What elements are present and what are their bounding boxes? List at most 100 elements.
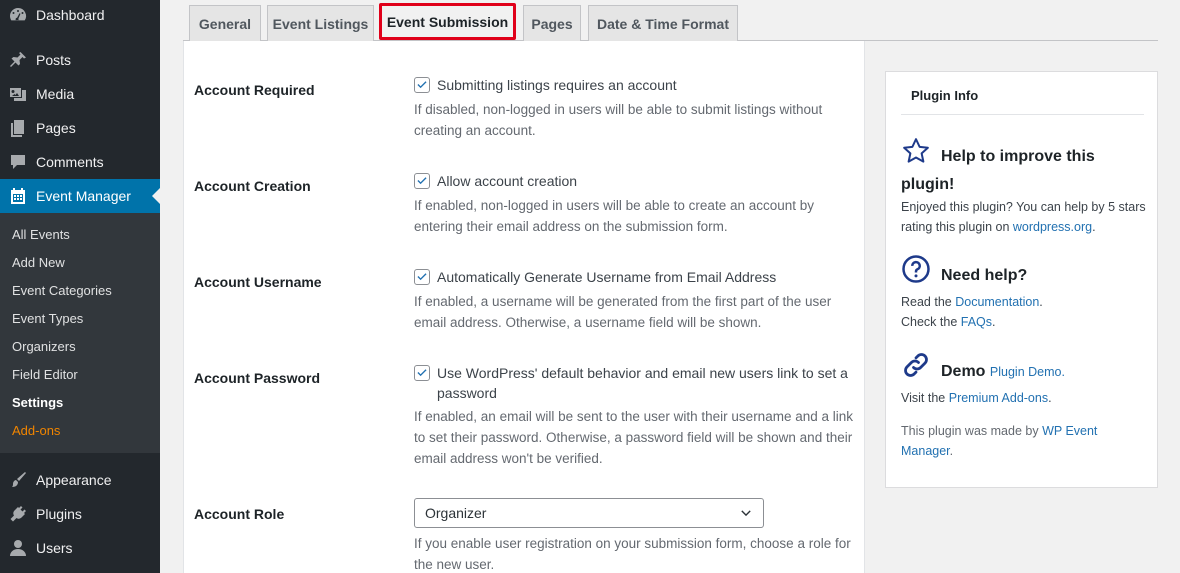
settings-form: Account Required Submitting listings req…	[183, 41, 865, 573]
sidebar-label-plugins: Plugins	[36, 506, 82, 522]
checkmark-icon	[417, 177, 427, 185]
pin-icon	[0, 50, 36, 70]
checkmark-icon	[417, 369, 427, 377]
visit-addons-text: Visit the Premium Add-ons.	[901, 388, 1146, 408]
comment-icon	[0, 152, 36, 172]
pages-icon	[0, 118, 36, 138]
account-role-select[interactable]: Organizer	[414, 498, 764, 528]
user-icon	[0, 538, 36, 558]
settings-tabs: General Event Listings Event Submission …	[183, 0, 1158, 41]
link-icon	[901, 350, 931, 383]
account-creation-row: Allow account creation	[414, 171, 854, 191]
sidebar-label-media: Media	[36, 86, 75, 102]
sidebar-item-plugins[interactable]: Plugins	[0, 497, 160, 531]
sidebar-item-dashboard[interactable]: Dashboard	[0, 0, 160, 32]
plugin-demo-link[interactable]: Plugin Demo.	[990, 365, 1065, 379]
sidebar-label-event-manager: Event Manager	[36, 188, 131, 204]
sidebar-label-pages: Pages	[36, 120, 76, 136]
account-role-description: If you enable user registration on your …	[414, 536, 851, 572]
addons-period: .	[1048, 391, 1052, 405]
sidebar-label-posts: Posts	[36, 52, 72, 68]
account-role-label: Account Role	[194, 506, 285, 522]
help-improve-title-line2: plugin!	[901, 176, 955, 193]
made-by-text: This plugin was made by WP Event Manager…	[901, 421, 1146, 461]
account-required-row: Submitting listings requires an account	[414, 75, 854, 95]
plug-icon	[0, 504, 36, 524]
account-creation-checkbox-label: Allow account creation	[437, 173, 578, 189]
account-creation-label: Account Creation	[194, 178, 311, 194]
doc-period: .	[1039, 295, 1043, 309]
sidebar-item-appearance[interactable]: Appearance	[0, 463, 160, 497]
account-password-row: Use WordPress' default behavior and emai…	[414, 363, 854, 403]
premium-addons-link[interactable]: Premium Add-ons	[949, 391, 1048, 405]
checkmark-icon	[417, 81, 427, 89]
submenu-add-ons[interactable]: Add-ons	[12, 423, 60, 438]
submenu-settings[interactable]: Settings	[12, 395, 63, 410]
help-improve-text: Enjoyed this plugin? You can help by 5 s…	[901, 197, 1146, 237]
sidebar-label-comments: Comments	[36, 154, 104, 170]
read-the-text: Read the	[901, 295, 952, 309]
need-help-title: Need help?	[941, 267, 1028, 284]
account-username-checkbox-label: Automatically Generate Username from Ema…	[437, 269, 777, 285]
account-username-description: If enabled, a username will be generated…	[414, 294, 832, 330]
account-password-description: If enabled, an email will be sent to the…	[414, 409, 853, 466]
sidebar-item-users[interactable]: Users	[0, 531, 160, 565]
admin-sidebar: Dashboard Posts Media Pages Comments Eve…	[0, 0, 160, 573]
calendar-icon	[0, 186, 36, 206]
made-by-label: This plugin was made by	[901, 424, 1039, 438]
tab-pages[interactable]: Pages	[523, 5, 581, 41]
sidebar-item-posts[interactable]: Posts	[0, 43, 160, 77]
account-username-row: Automatically Generate Username from Ema…	[414, 267, 854, 287]
brush-icon	[0, 470, 36, 490]
need-help-text: Read the Documentation. Check the FAQs.	[901, 292, 1146, 332]
media-icon	[0, 84, 36, 104]
question-icon	[901, 254, 931, 287]
submenu-add-new[interactable]: Add New	[12, 255, 65, 270]
account-creation-description: If enabled, non-logged in users will be …	[414, 198, 815, 234]
account-password-checkbox-label: Use WordPress' default behavior and emai…	[437, 365, 848, 401]
author-period: .	[949, 444, 954, 458]
sidebar-label-dashboard: Dashboard	[36, 7, 105, 23]
submenu-event-categories[interactable]: Event Categories	[12, 283, 112, 298]
sidebar-item-event-manager[interactable]: Event Manager	[0, 179, 160, 213]
sidebar-item-pages[interactable]: Pages	[0, 111, 160, 145]
sidebar-item-comments[interactable]: Comments	[0, 145, 160, 179]
account-role-selected-value: Organizer	[425, 505, 487, 521]
account-password-checkbox[interactable]	[414, 365, 430, 381]
demo-title: Demo	[941, 363, 986, 380]
submenu-event-types[interactable]: Event Types	[12, 311, 83, 326]
checkmark-icon	[417, 273, 427, 281]
plugin-info-box: Plugin Info Help to improve this plugin!…	[885, 71, 1158, 488]
account-required-description: If disabled, non-logged in users will be…	[414, 102, 823, 138]
account-password-label: Account Password	[194, 370, 321, 386]
event-manager-submenu: All Events Add New Event Categories Even…	[0, 213, 160, 453]
account-username-checkbox[interactable]	[414, 269, 430, 285]
account-required-checkbox[interactable]	[414, 77, 430, 93]
submenu-all-events[interactable]: All Events	[12, 227, 70, 242]
check-the-text: Check the	[901, 315, 958, 329]
visit-the-text: Visit the	[901, 391, 946, 405]
account-creation-checkbox[interactable]	[414, 173, 430, 189]
dashboard-icon	[0, 5, 36, 25]
plugin-info-divider	[901, 114, 1144, 115]
account-required-label: Account Required	[194, 82, 315, 98]
help-period: .	[1092, 220, 1096, 234]
sidebar-item-media[interactable]: Media	[0, 77, 160, 111]
chevron-down-icon	[741, 510, 751, 517]
star-icon	[901, 136, 931, 169]
faqs-link[interactable]: FAQs	[961, 315, 992, 329]
tab-date-time-format[interactable]: Date & Time Format	[588, 5, 738, 41]
documentation-link[interactable]: Documentation	[955, 295, 1039, 309]
tab-general[interactable]: General	[189, 5, 261, 41]
submenu-field-editor[interactable]: Field Editor	[12, 367, 78, 382]
submenu-organizers[interactable]: Organizers	[12, 339, 76, 354]
faq-period: .	[992, 315, 996, 329]
wordpress-org-link[interactable]: wordpress.org	[1013, 220, 1092, 234]
account-username-label: Account Username	[194, 274, 322, 290]
tab-event-submission[interactable]: Event Submission	[379, 3, 516, 40]
demo-title-row: Demo Plugin Demo.	[941, 358, 1065, 386]
sidebar-label-users: Users	[36, 540, 73, 556]
plugin-info-title: Plugin Info	[911, 88, 979, 103]
tab-event-listings[interactable]: Event Listings	[267, 5, 374, 41]
help-improve-title-line1: Help to improve this	[941, 148, 1095, 165]
